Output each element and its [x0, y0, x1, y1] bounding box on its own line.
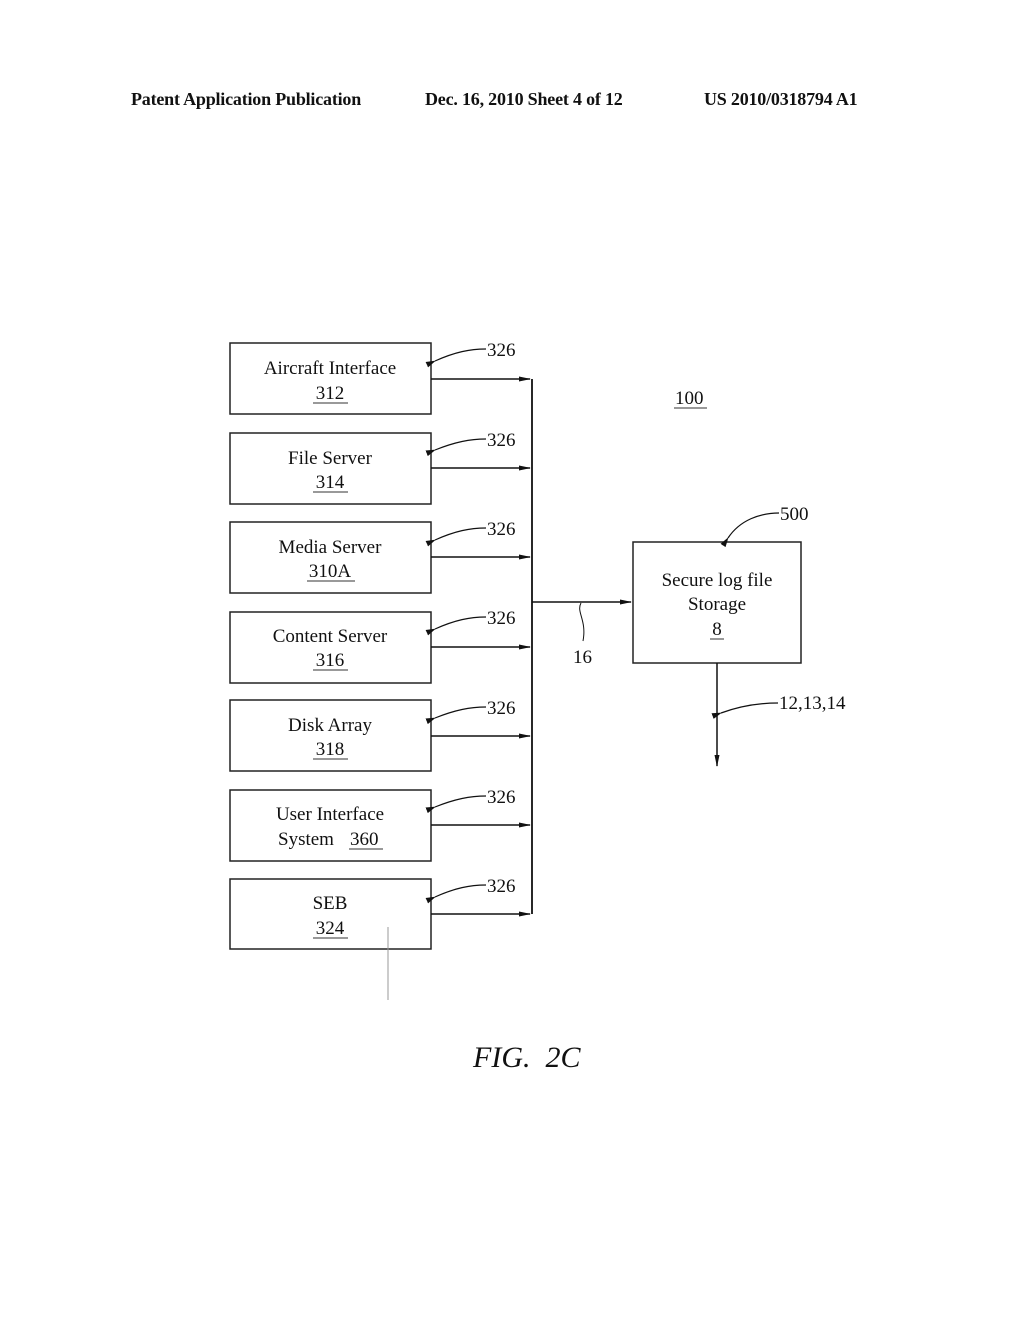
arrow-ref-label: 326 — [487, 340, 516, 361]
component-aircraft-interface: Aircraft Interface 312 326 — [229, 340, 531, 415]
arrow-ref-label: 326 — [487, 787, 516, 808]
leader-line — [425, 706, 487, 725]
component-user-interface-system: User Interface System 360 326 — [229, 787, 531, 862]
component-media-server: Media Server 310A 326 — [229, 519, 531, 594]
box-leader-line — [720, 512, 780, 548]
output-ref-label: 12,13,14 — [779, 693, 846, 714]
component-seb: SEB 324 326 — [229, 876, 531, 1000]
storage-name-line2: Storage — [688, 594, 746, 615]
component-ref: 310A — [309, 561, 352, 582]
leader-line — [425, 348, 487, 368]
component-file-server: File Server 314 326 — [229, 430, 531, 505]
leader-line — [425, 527, 487, 547]
component-box — [229, 789, 432, 862]
component-name: Disk Array — [288, 715, 372, 736]
component-ref: 312 — [316, 383, 345, 404]
component-name: Aircraft Interface — [264, 358, 396, 379]
storage-box-ref-label: 500 — [780, 504, 809, 525]
component-content-server: Content Server 316 326 — [229, 608, 531, 684]
component-box — [229, 611, 432, 684]
system-ref-label: 100 — [675, 388, 704, 409]
component-ref: 314 — [316, 472, 345, 493]
component-name-line2: System — [278, 829, 334, 850]
figure-label: FIG. 2C — [472, 1041, 581, 1074]
component-ref: 316 — [316, 650, 345, 671]
storage-name-line1: Secure log file — [662, 570, 773, 591]
bus-ref-label: 16 — [573, 647, 592, 668]
arrow-ref-label: 326 — [487, 698, 516, 719]
arrow-ref-label: 326 — [487, 608, 516, 629]
leader-line — [425, 438, 487, 457]
leader-line — [425, 616, 487, 636]
component-name: User Interface — [276, 804, 384, 825]
arrow-ref-label: 326 — [487, 876, 516, 897]
component-name: Content Server — [273, 626, 388, 647]
component-ref: 318 — [316, 739, 345, 760]
component-disk-array: Disk Array 318 326 — [229, 698, 531, 772]
leader-line — [425, 884, 487, 904]
output-leader-line — [711, 702, 779, 719]
arrow-ref-label: 326 — [487, 519, 516, 540]
bus-leader-line — [579, 602, 585, 642]
leader-line — [425, 795, 487, 814]
component-name: SEB — [313, 893, 348, 914]
secure-log-storage: Secure log file Storage 8 500 12,13,14 — [632, 504, 846, 767]
storage-ref: 8 — [712, 619, 722, 640]
component-ref: 324 — [316, 918, 345, 939]
component-ref: 360 — [350, 829, 379, 850]
arrow-ref-label: 326 — [487, 430, 516, 451]
block-diagram: Aircraft Interface 312 326 File Server 3… — [229, 340, 846, 1074]
component-name: File Server — [288, 448, 373, 469]
component-name: Media Server — [279, 537, 383, 558]
